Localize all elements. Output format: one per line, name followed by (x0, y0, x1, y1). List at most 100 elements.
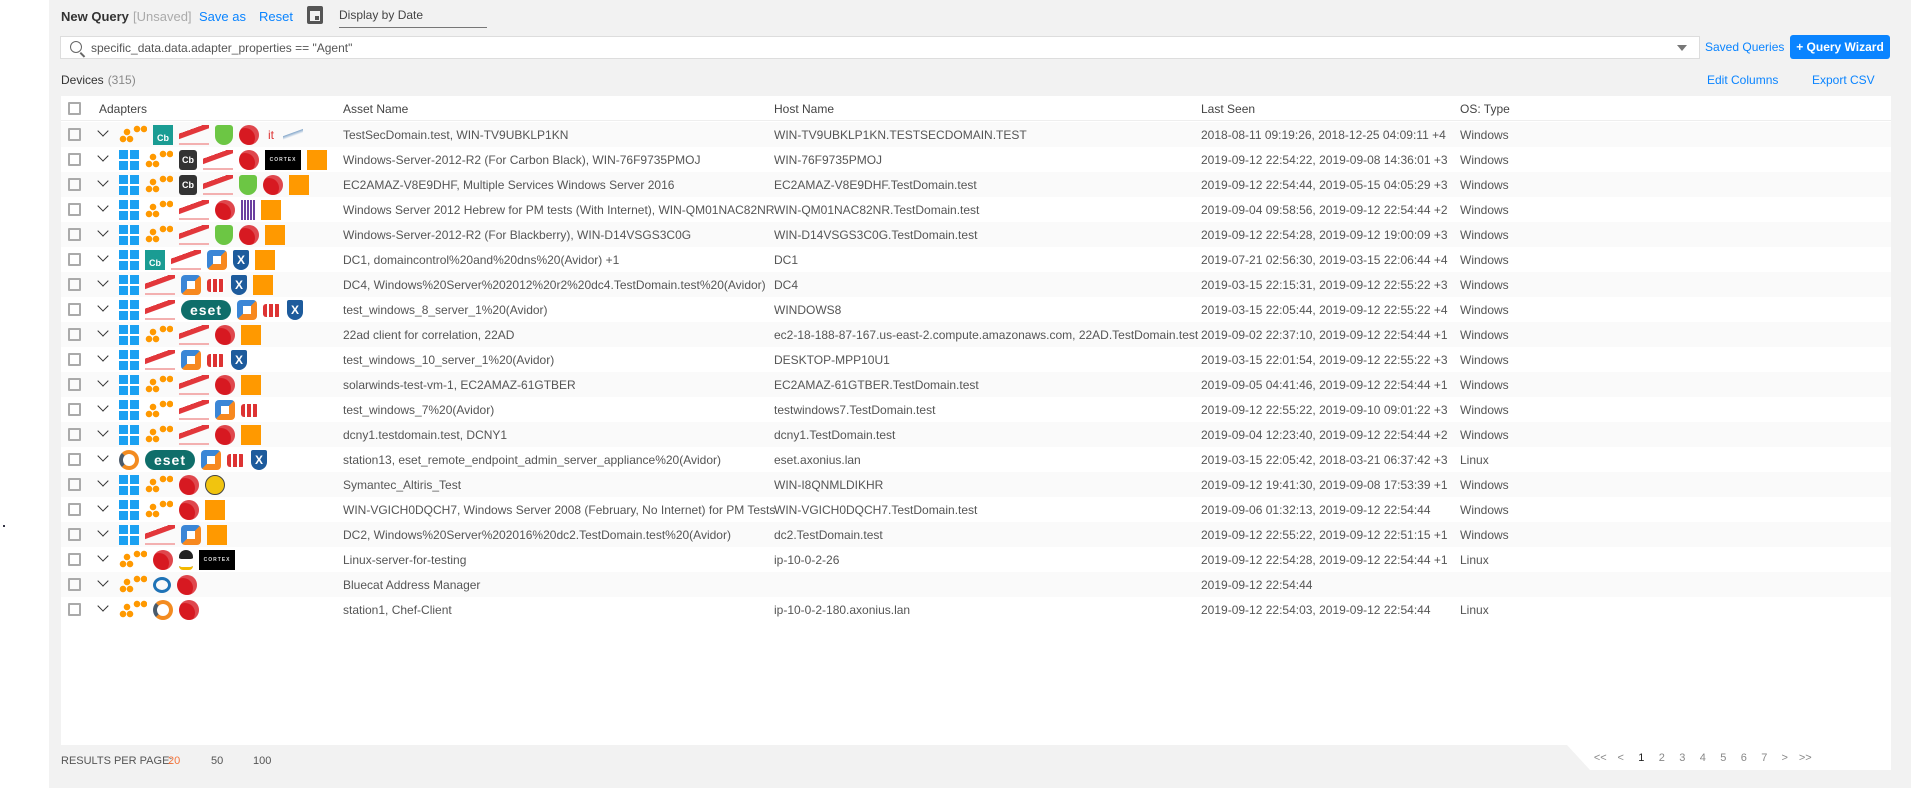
table-row[interactable]: X test_windows_10_server_1%20(Avidor) DE… (61, 347, 1891, 372)
table-row[interactable]: WIN-VGICH0DQCH7, Windows Server 2008 (Fe… (61, 497, 1891, 522)
table-row[interactable]: Cb it TestSecDomain.test, WIN-TV9UBKLP1KN… (61, 122, 1891, 147)
pager-page-5[interactable]: 5 (1713, 752, 1734, 764)
table-row[interactable]: Bluecat Address Manager 2019-09-12 22:54… (61, 572, 1891, 597)
pager-page-7[interactable]: 7 (1754, 752, 1775, 764)
windows-adapter-icon (119, 425, 139, 445)
row-checkbox[interactable] (68, 203, 81, 216)
row-checkbox[interactable] (68, 353, 81, 366)
expand-chevron-icon[interactable] (97, 125, 109, 137)
edit-columns-link[interactable]: Edit Columns (1707, 73, 1778, 87)
pager-page-2[interactable]: 2 (1652, 752, 1673, 764)
query-search-bar[interactable] (60, 36, 1700, 59)
table-row[interactable]: eset X test_windows_8_server_1%20(Avidor)… (61, 297, 1891, 322)
unsaved-status: [Unsaved] (133, 9, 192, 24)
table-row[interactable]: solarwinds-test-vm-1, EC2AMAZ-61GTBER EC… (61, 372, 1891, 397)
query-wizard-button[interactable]: + Query Wizard (1790, 35, 1890, 59)
pager-next[interactable]: > (1775, 752, 1796, 764)
expand-chevron-icon[interactable] (97, 275, 109, 287)
expand-chevron-icon[interactable] (97, 475, 109, 487)
trend-adapter-icon (215, 325, 235, 345)
expand-chevron-icon[interactable] (97, 575, 109, 587)
export-csv-link[interactable]: Export CSV (1812, 73, 1875, 87)
expand-chevron-icon[interactable] (97, 325, 109, 337)
expand-chevron-icon[interactable] (97, 450, 109, 462)
row-checkbox[interactable] (68, 478, 81, 491)
table-row[interactable]: 22ad client for correlation, 22AD ec2-18… (61, 322, 1891, 347)
col-asset-name[interactable]: Asset Name (343, 102, 408, 116)
row-checkbox[interactable] (68, 328, 81, 341)
row-checkbox[interactable] (68, 253, 81, 266)
saved-queries-link[interactable]: Saved Queries (1705, 40, 1784, 54)
row-checkbox[interactable] (68, 553, 81, 566)
expand-chevron-icon[interactable] (97, 175, 109, 187)
row-checkbox[interactable] (68, 378, 81, 391)
col-host-name[interactable]: Host Name (774, 102, 834, 116)
expand-chevron-icon[interactable] (97, 400, 109, 412)
pager-page-3[interactable]: 3 (1672, 752, 1693, 764)
table-row[interactable]: dcny1.testdomain.test, DCNY1 dcny1.TestD… (61, 422, 1891, 447)
os-type: Linux (1460, 603, 1489, 617)
row-checkbox[interactable] (68, 578, 81, 591)
select-all-checkbox[interactable] (68, 102, 81, 115)
crowdstrike-adapter-icon (171, 250, 201, 270)
reset-button[interactable]: Reset (259, 9, 293, 24)
table-row[interactable]: Windows Server 2012 Hebrew for PM tests … (61, 197, 1891, 222)
display-by-date-field[interactable]: Display by Date (339, 4, 487, 28)
col-last-seen[interactable]: Last Seen (1201, 102, 1255, 116)
table-row[interactable]: CORTEX Linux-server-for-testing ip-10-0-… (61, 547, 1891, 572)
row-checkbox[interactable] (68, 503, 81, 516)
table-row[interactable]: station1, Chef-Client ip-10-0-2-180.axon… (61, 597, 1891, 622)
pager-prev[interactable]: < (1611, 752, 1632, 764)
expand-chevron-icon[interactable] (97, 250, 109, 262)
row-checkbox[interactable] (68, 603, 81, 616)
table-row[interactable]: eset X station13, eset_remote_endpoint_ad… (61, 447, 1891, 472)
row-checkbox[interactable] (68, 403, 81, 416)
expand-chevron-icon[interactable] (97, 425, 109, 437)
table-row[interactable]: DC2, Windows%20Server%202016%20dc2.TestD… (61, 522, 1891, 547)
expand-chevron-icon[interactable] (97, 350, 109, 362)
expand-chevron-icon[interactable] (97, 500, 109, 512)
expand-chevron-icon[interactable] (97, 375, 109, 387)
expand-chevron-icon[interactable] (97, 225, 109, 237)
dropdown-arrow-icon[interactable] (1677, 45, 1687, 51)
table-row[interactable]: Windows-Server-2012-R2 (For Blackberry),… (61, 222, 1891, 247)
save-as-button[interactable]: Save as (199, 9, 246, 24)
expand-chevron-icon[interactable] (97, 300, 109, 312)
query-input[interactable] (91, 39, 1651, 57)
row-checkbox[interactable] (68, 153, 81, 166)
col-os-type[interactable]: OS: Type (1460, 102, 1510, 116)
expand-chevron-icon[interactable] (97, 550, 109, 562)
row-checkbox[interactable] (68, 528, 81, 541)
table-row[interactable]: Cb EC2AMAZ-V8E9DHF, Multiple Services Wi… (61, 172, 1891, 197)
page-size-20[interactable]: 20 (168, 755, 180, 767)
row-checkbox[interactable] (68, 453, 81, 466)
expand-chevron-icon[interactable] (97, 600, 109, 612)
col-adapters[interactable]: Adapters (99, 102, 147, 116)
pager-page-4[interactable]: 4 (1693, 752, 1714, 764)
table-row[interactable]: X DC4, Windows%20Server%202012%20r2%20dc… (61, 272, 1891, 297)
expand-chevron-icon[interactable] (97, 200, 109, 212)
table-row[interactable]: Symantec_Altiris_Test WIN-I8QNMLDIKHR 20… (61, 472, 1891, 497)
expand-chevron-icon[interactable] (97, 525, 109, 537)
table-row[interactable]: Cb CORTEX Windows-Server-2012-R2 (For Car… (61, 147, 1891, 172)
row-checkbox[interactable] (68, 178, 81, 191)
page-size-100[interactable]: 100 (253, 755, 271, 767)
aws-adapter-icon (119, 550, 147, 570)
row-checkbox[interactable] (68, 128, 81, 141)
pager-first[interactable]: << (1590, 752, 1611, 764)
adapter-icons: eset X (119, 300, 303, 320)
expand-chevron-icon[interactable] (97, 150, 109, 162)
table-row[interactable]: Cb X DC1, domaincontrol%20and%20dns%20(Av… (61, 247, 1891, 272)
calendar-icon[interactable] (307, 6, 323, 24)
cb-teal-adapter-icon: Cb (145, 250, 165, 270)
table-row[interactable]: test_windows_7%20(Avidor) testwindows7.T… (61, 397, 1891, 422)
page-size-50[interactable]: 50 (211, 755, 223, 767)
row-checkbox[interactable] (68, 303, 81, 316)
row-checkbox[interactable] (68, 428, 81, 441)
pager-page-6[interactable]: 6 (1734, 752, 1755, 764)
last-seen: 2019-09-12 22:54:44 (1201, 578, 1313, 592)
row-checkbox[interactable] (68, 278, 81, 291)
row-checkbox[interactable] (68, 228, 81, 241)
pager-page-1[interactable]: 1 (1631, 752, 1652, 764)
pager-last[interactable]: >> (1795, 752, 1816, 764)
